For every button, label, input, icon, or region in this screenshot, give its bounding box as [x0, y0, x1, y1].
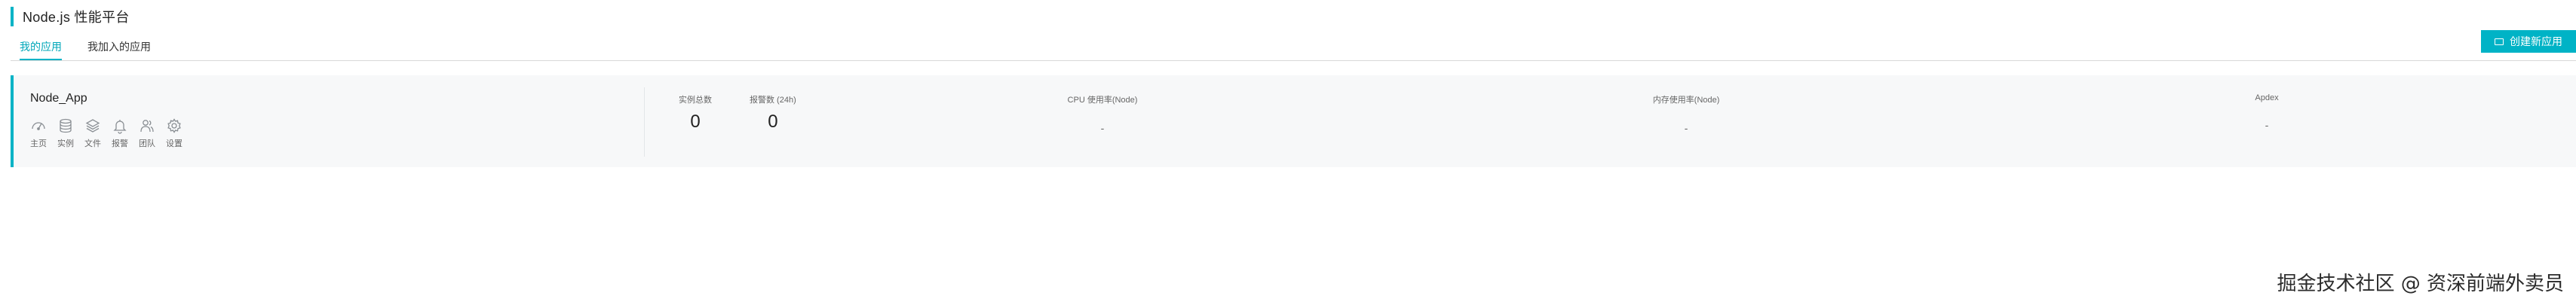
tab-bar: 我的应用 我加入的应用 — [20, 39, 151, 61]
tabs-divider — [11, 60, 2576, 61]
page: Node.js 性能平台 我的应用 我加入的应用 创建新应用 Node_App … — [0, 0, 2576, 305]
layers-icon — [85, 119, 100, 133]
title-accent-bar — [11, 7, 14, 26]
stat-alarms: 报警数 (24h) 0 — [750, 93, 796, 133]
stat-alarms-label: 报警数 (24h) — [750, 96, 796, 105]
app-name[interactable]: Node_App — [30, 92, 87, 105]
metric-apdex-label: Apdex — [2255, 93, 2279, 102]
action-files-label: 文件 — [84, 139, 101, 148]
stat-alarms-value: 0 — [768, 111, 778, 132]
action-alarms[interactable]: 报警 — [110, 117, 130, 149]
card-divider — [644, 87, 645, 157]
action-settings[interactable]: 设置 — [164, 117, 184, 149]
action-home[interactable]: 主页 — [29, 117, 48, 149]
watermark: 掘金技术社区 @ 资深前端外卖员 — [2277, 273, 2564, 295]
team-icon — [140, 120, 154, 133]
metric-memory-value: - — [1684, 122, 1688, 134]
metric-memory: 内存使用率(Node) - — [1653, 93, 1720, 134]
action-files[interactable]: 文件 — [83, 117, 103, 149]
action-home-label: 主页 — [30, 139, 47, 148]
tab-my-apps[interactable]: 我的应用 — [20, 39, 62, 61]
window-icon — [2495, 38, 2504, 45]
tab-joined-apps[interactable]: 我加入的应用 — [87, 39, 151, 61]
action-instances[interactable]: 实例 — [56, 117, 75, 149]
app-card: Node_App 主页 实例 文件 报警 团队 设置 实例总数 0 报警数 (2… — [11, 75, 2576, 167]
action-team[interactable]: 团队 — [137, 117, 157, 149]
action-settings-label: 设置 — [166, 139, 182, 148]
metric-memory-label: 内存使用率(Node) — [1652, 96, 1720, 105]
stat-instances-label: 实例总数 — [679, 96, 712, 105]
gear-icon — [167, 118, 181, 133]
metric-cpu: CPU 使用率(Node) - — [1068, 93, 1138, 134]
create-app-button[interactable]: 创建新应用 — [2481, 30, 2576, 53]
metric-apdex: Apdex - — [2255, 93, 2278, 131]
stat-instances: 实例总数 0 — [679, 93, 712, 133]
create-app-label: 创建新应用 — [2510, 35, 2562, 47]
action-alarms-label: 报警 — [112, 139, 128, 148]
stat-instances-value: 0 — [690, 111, 701, 132]
metric-cpu-label: CPU 使用率(Node) — [1067, 96, 1138, 105]
metric-apdex-value: - — [2265, 119, 2269, 131]
page-title: Node.js 性能平台 — [23, 10, 130, 25]
bell-icon — [113, 120, 127, 134]
dashboard-icon — [32, 122, 45, 130]
app-actions: 主页 实例 文件 报警 团队 设置 — [29, 117, 184, 149]
metric-cpu-value: - — [1100, 122, 1105, 134]
database-icon — [60, 118, 72, 133]
page-header: Node.js 性能平台 — [11, 6, 130, 27]
action-instances-label: 实例 — [57, 139, 74, 148]
action-team-label: 团队 — [139, 139, 155, 148]
